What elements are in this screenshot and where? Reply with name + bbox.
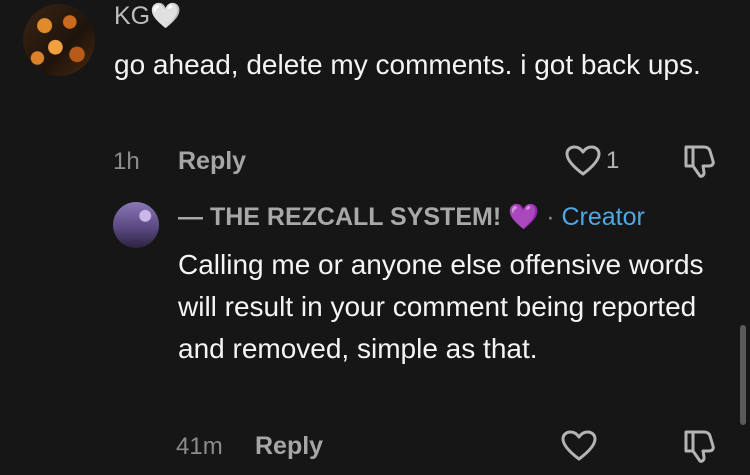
reply-text: Calling me or anyone else offensive word… [178, 249, 704, 364]
heart-icon[interactable] [565, 145, 601, 177]
white-heart-emoji: 🤍 [150, 2, 182, 30]
scrollbar[interactable] [740, 325, 746, 425]
comment-reply-button[interactable]: Reply [178, 147, 246, 176]
username-text: KG [114, 2, 151, 30]
separator-dot: · [546, 203, 555, 231]
reply-reply-button[interactable]: Reply [255, 432, 323, 461]
heart-icon[interactable] [561, 430, 597, 462]
thumbs-down-icon[interactable] [682, 428, 718, 464]
reply-author[interactable]: — THE REZCALL SYSTEM! [178, 203, 501, 231]
like-count: 1 [606, 147, 620, 174]
comment-timestamp: 1h [113, 148, 140, 175]
thumbs-down-icon[interactable] [682, 143, 718, 179]
purple-heart-emoji: 💜 [508, 203, 540, 231]
reply-timestamp: 41m [176, 433, 223, 460]
reply-header: — THE REZCALL SYSTEM! 💜 · Creator [178, 203, 645, 232]
comment-username[interactable]: KG🤍 [114, 2, 181, 31]
creator-badge: Creator [561, 203, 645, 231]
commenter-avatar[interactable] [23, 4, 95, 76]
comment-text: go ahead, delete my comments. i got back… [114, 49, 701, 80]
creator-avatar[interactable] [113, 202, 159, 248]
